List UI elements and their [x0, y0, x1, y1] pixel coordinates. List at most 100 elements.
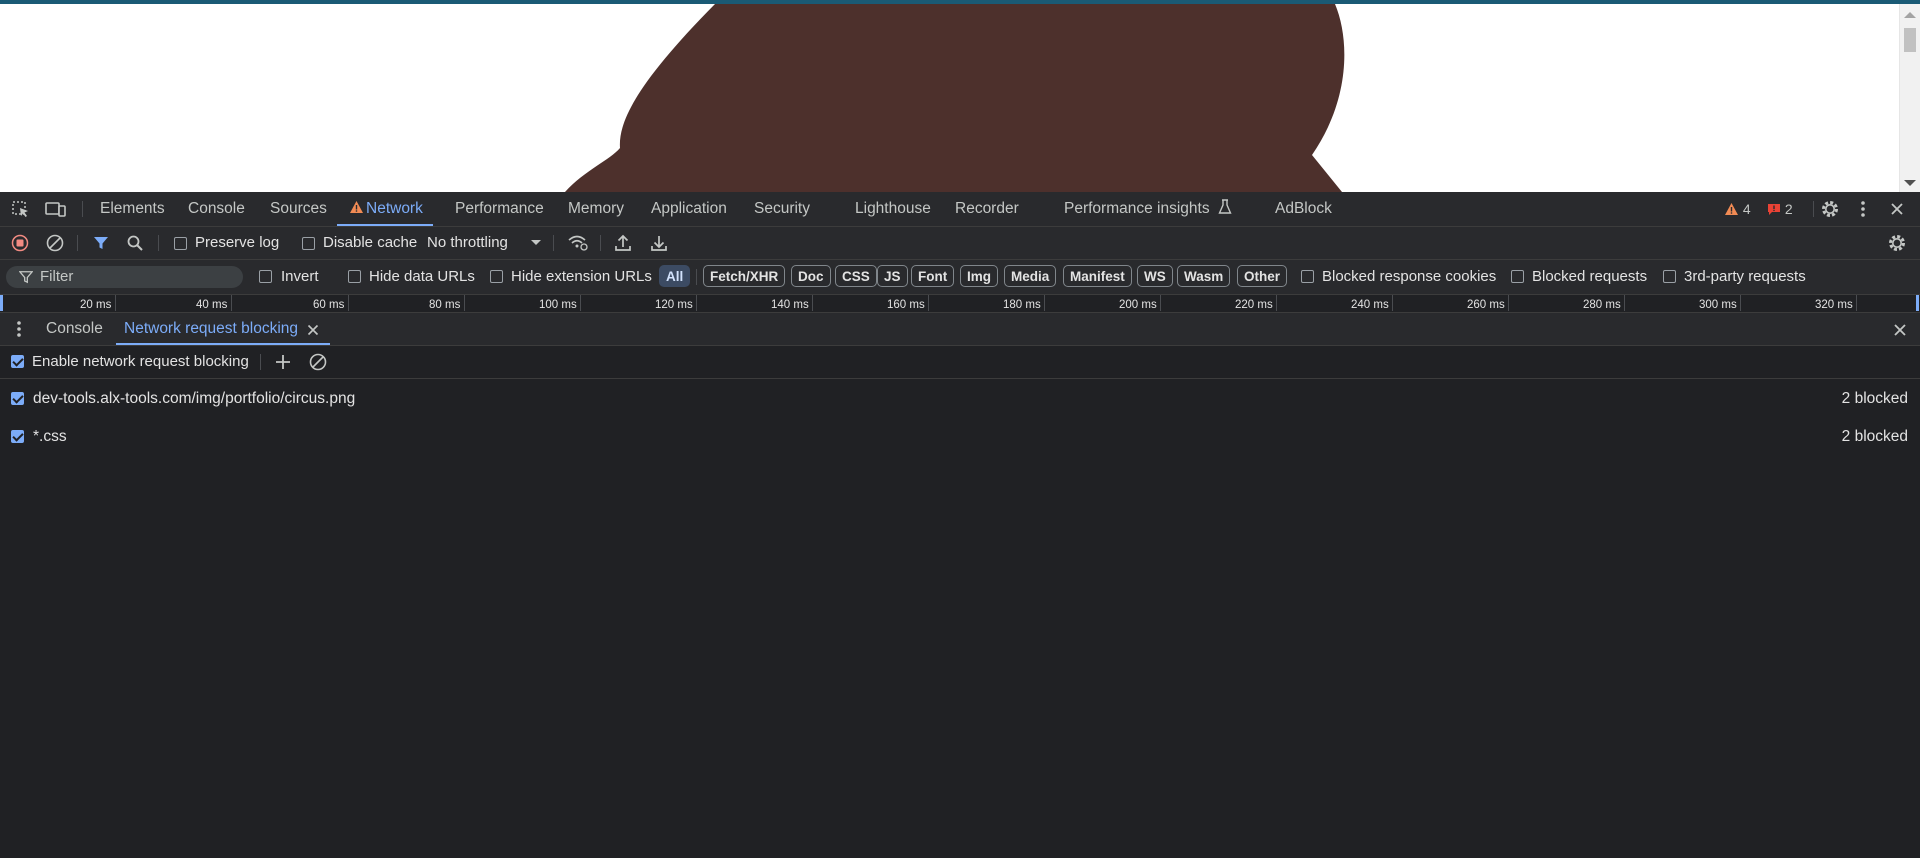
network-filter-bar: Filter Invert Hide data URLs Hide extens…: [0, 260, 1920, 295]
type-filter-font[interactable]: Font: [911, 265, 955, 287]
type-filter-media[interactable]: Media: [1004, 265, 1057, 287]
throttling-select[interactable]: No throttling: [427, 234, 508, 251]
timeline-tick: 200 ms: [1119, 299, 1157, 311]
timeline-right-handle[interactable]: [1916, 295, 1919, 311]
timeline-gridline: [1740, 295, 1741, 311]
drawer-menu-icon[interactable]: [12, 320, 26, 338]
tab-network[interactable]: Network: [337, 192, 433, 226]
scroll-down-arrow[interactable]: [1904, 180, 1916, 186]
warning-triangle-icon: [1725, 203, 1738, 215]
tab-performance-insights-label: Performance insights: [1064, 200, 1210, 217]
timeline-left-handle[interactable]: [0, 295, 3, 311]
more-options-icon[interactable]: [1856, 200, 1870, 218]
scroll-up-arrow[interactable]: [1904, 12, 1916, 18]
toolbar-separator: [260, 354, 261, 370]
type-filter-fetch-xhr[interactable]: Fetch/XHR: [703, 265, 786, 287]
devtools-tabbar: Elements Console Sources Network Perform…: [0, 192, 1920, 227]
timeline-gridline: [464, 295, 465, 311]
type-filter-js[interactable]: JS: [877, 265, 908, 287]
tab-security[interactable]: Security: [754, 192, 810, 226]
tab-performance[interactable]: Performance: [455, 192, 544, 226]
timeline-tick: 180 ms: [1003, 299, 1041, 311]
timeline-gridline: [1276, 295, 1277, 311]
inspect-element-icon[interactable]: [10, 200, 32, 218]
rule-enabled-checkbox[interactable]: [11, 392, 24, 405]
network-overview-timeline[interactable]: 20 ms 40 ms 60 ms 80 ms 100 ms 120 ms 14…: [0, 295, 1920, 311]
tab-sources[interactable]: Sources: [270, 192, 327, 226]
network-conditions-icon[interactable]: [566, 234, 590, 252]
filter-input[interactable]: Filter: [6, 266, 243, 288]
blocked-requests-checkbox[interactable]: [1511, 270, 1524, 283]
hide-data-urls-checkbox[interactable]: [348, 270, 361, 283]
chevron-down-icon[interactable]: [529, 234, 543, 252]
enable-request-blocking-checkbox[interactable]: [11, 355, 24, 368]
record-stop-icon[interactable]: [10, 234, 30, 252]
add-pattern-icon[interactable]: [273, 353, 293, 371]
blocked-requests-label: Blocked requests: [1532, 268, 1648, 285]
toolbar-separator: [77, 235, 78, 251]
drawer-tab-network-request-blocking[interactable]: Network request blocking: [115, 313, 331, 345]
tab-recorder[interactable]: Recorder: [955, 192, 1019, 226]
blocking-rule-row[interactable]: *.css 2 blocked: [0, 422, 1920, 452]
disable-cache-label: Disable cache: [323, 234, 418, 251]
close-drawer-tab-icon[interactable]: [305, 321, 321, 339]
tab-application[interactable]: Application: [651, 192, 727, 226]
drawer-tab-console[interactable]: Console: [46, 313, 103, 345]
invert-label: Invert: [281, 268, 319, 285]
clear-log-icon[interactable]: [45, 234, 65, 252]
timeline-gridline: [580, 295, 581, 311]
tab-performance-insights[interactable]: Performance insights: [1064, 192, 1232, 226]
filter-funnel-icon[interactable]: [91, 234, 111, 252]
type-filter-wasm[interactable]: Wasm: [1177, 265, 1231, 287]
page-viewport: [0, 0, 1920, 192]
invert-checkbox[interactable]: [259, 270, 272, 283]
scroll-thumb[interactable]: [1904, 28, 1916, 52]
blocking-rule-row[interactable]: dev-tools.alx-tools.com/img/portfolio/ci…: [0, 384, 1920, 414]
tab-console[interactable]: Console: [188, 192, 245, 226]
type-filter-css[interactable]: CSS: [835, 265, 877, 287]
search-icon[interactable]: [125, 234, 145, 252]
page-scrollbar[interactable]: [1899, 4, 1920, 192]
timeline-gridline: [231, 295, 232, 311]
close-devtools-icon[interactable]: [1888, 200, 1906, 218]
timeline-gridline: [696, 295, 697, 311]
errors-counter[interactable]: 2: [1767, 192, 1793, 226]
export-har-icon[interactable]: [649, 234, 669, 252]
type-filter-img[interactable]: Img: [960, 265, 999, 287]
tab-adblock[interactable]: AdBlock: [1275, 192, 1332, 226]
timeline-tick: 320 ms: [1815, 299, 1853, 311]
timeline-gridline: [1624, 295, 1625, 311]
device-toolbar-icon[interactable]: [44, 200, 68, 218]
tab-lighthouse[interactable]: Lighthouse: [855, 192, 931, 226]
tab-elements[interactable]: Elements: [100, 192, 165, 226]
disable-cache-checkbox[interactable]: [302, 237, 315, 250]
filter-placeholder: Filter: [40, 268, 74, 285]
type-filter-ws[interactable]: WS: [1137, 265, 1173, 287]
timeline-tick: 240 ms: [1351, 299, 1389, 311]
hide-extension-urls-checkbox[interactable]: [490, 270, 503, 283]
toolbar-separator: [696, 269, 697, 285]
close-drawer-icon[interactable]: [1892, 321, 1908, 339]
import-har-icon[interactable]: [613, 234, 633, 252]
type-filter-all[interactable]: All: [659, 265, 691, 287]
timeline-gridline: [1160, 295, 1161, 311]
timeline-gridline: [1856, 295, 1857, 311]
blocked-response-cookies-checkbox[interactable]: [1301, 270, 1314, 283]
timeline-tick: 20 ms: [80, 299, 112, 311]
type-filter-doc[interactable]: Doc: [791, 265, 831, 287]
warnings-counter[interactable]: 4: [1724, 192, 1751, 226]
timeline-gridline: [1044, 295, 1045, 311]
blocked-response-cookies-label: Blocked response cookies: [1322, 268, 1497, 285]
third-party-requests-checkbox[interactable]: [1663, 270, 1676, 283]
request-blocking-toolbar: Enable network request blocking: [0, 346, 1920, 379]
settings-gear-icon[interactable]: [1820, 200, 1840, 218]
rule-enabled-checkbox[interactable]: [11, 430, 24, 443]
timeline-tick: 220 ms: [1235, 299, 1273, 311]
remove-all-patterns-icon[interactable]: [308, 353, 328, 371]
preserve-log-checkbox[interactable]: [174, 237, 187, 250]
timeline-gridline: [928, 295, 929, 311]
tab-memory[interactable]: Memory: [568, 192, 624, 226]
type-filter-other[interactable]: Other: [1237, 265, 1288, 287]
network-settings-gear-icon[interactable]: [1886, 234, 1908, 252]
type-filter-manifest[interactable]: Manifest: [1063, 265, 1132, 287]
